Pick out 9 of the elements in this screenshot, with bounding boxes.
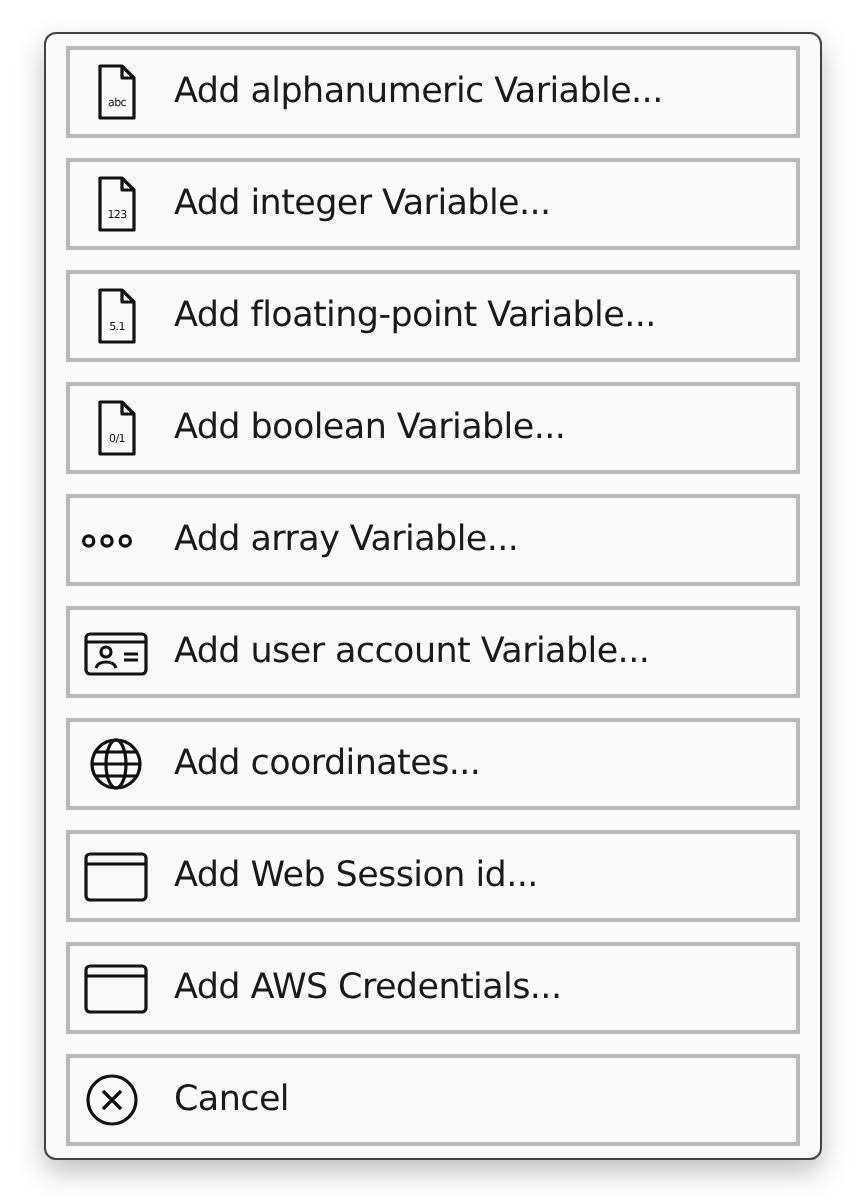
- window-icon: [82, 958, 150, 1018]
- menu-item[interactable]: Add AWS Credentials...: [66, 942, 800, 1034]
- menu-item[interactable]: Cancel: [66, 1054, 800, 1146]
- menu-item[interactable]: Add user account Variable...: [66, 606, 800, 698]
- menu-item[interactable]: Add Web Session id...: [66, 830, 800, 922]
- dots-icon: [82, 533, 132, 547]
- menu-item[interactable]: Add coordinates...: [66, 718, 800, 810]
- menu-item[interactable]: Add array Variable...: [66, 494, 800, 586]
- window-icon: [82, 846, 150, 906]
